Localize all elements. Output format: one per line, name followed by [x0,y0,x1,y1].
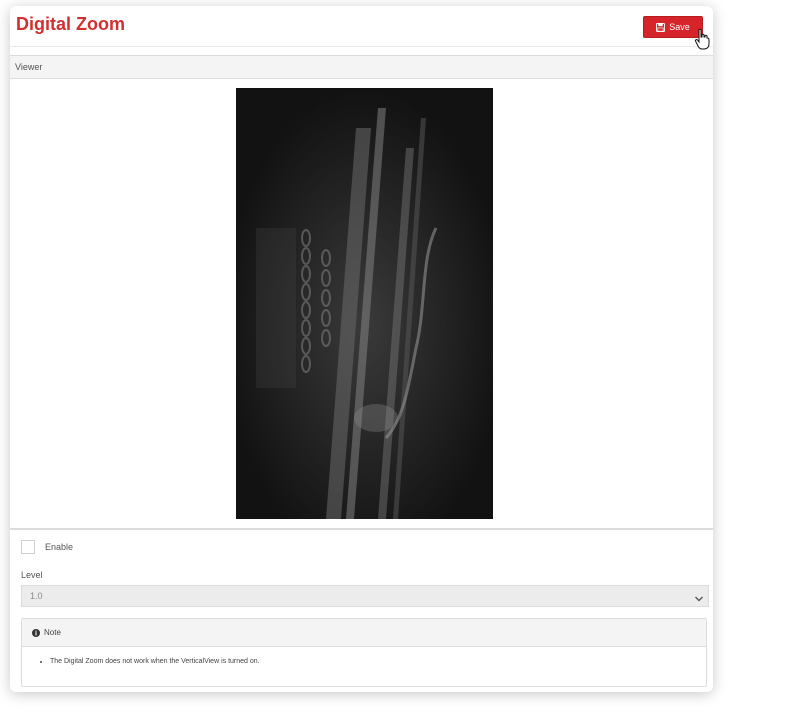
chevron-down-icon [694,591,704,602]
viewer-section: Viewer [10,55,713,529]
note-list: The Digital Zoom does not work when the … [22,656,706,668]
level-label: Level [21,570,43,580]
note-item: The Digital Zoom does not work when the … [50,656,706,668]
hand-pointer-icon [694,28,710,50]
level-select[interactable]: 1.0 [21,585,709,607]
panel-header: Digital Zoom Save [10,6,713,50]
info-icon [32,628,40,637]
viewer-heading: Viewer [10,56,713,79]
save-button-label: Save [669,22,690,32]
note-heading: Note [22,619,706,647]
camera-feed-image [236,88,493,519]
enable-row: Enable [21,540,73,554]
zoom-controls: Enable Level 1.0 Note • The Digital Zoom… [10,529,713,692]
viewer-body [10,79,713,528]
enable-checkbox[interactable] [21,540,35,554]
page-title: Digital Zoom [16,14,125,34]
enable-label: Enable [45,542,74,552]
save-icon [656,22,666,32]
note-box: Note The Digital Zoom does not work when… [21,618,707,687]
note-heading-label: Note [44,628,61,637]
level-select-value: 1.0 [30,591,43,601]
digital-zoom-panel: Digital Zoom Save Viewer Enable Level 1.… [10,6,713,692]
